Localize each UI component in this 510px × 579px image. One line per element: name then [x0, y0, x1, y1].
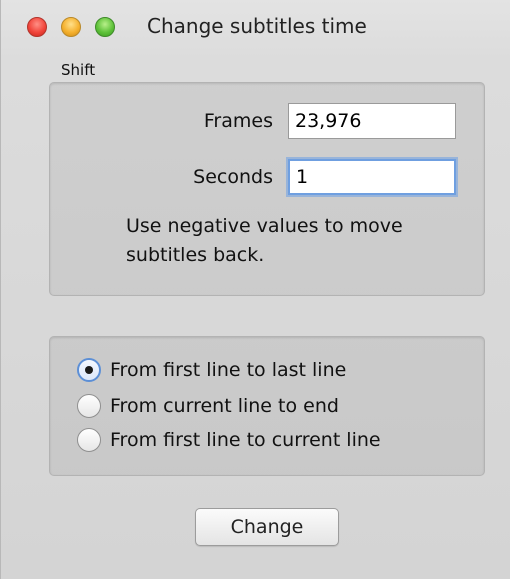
seconds-label: Seconds: [193, 166, 273, 188]
title-bar: Change subtitles time: [1, 0, 510, 54]
dialog-window: Change subtitles time Shift Frames Secon…: [0, 0, 510, 579]
radio-button-selected-icon[interactable]: [77, 358, 101, 382]
zoom-window-icon[interactable]: [95, 17, 115, 37]
frames-input[interactable]: [288, 103, 456, 139]
radio-first-to-last[interactable]: From first line to last line: [77, 355, 346, 385]
shift-group-label: Shift: [61, 61, 96, 79]
radio-first-to-current[interactable]: From first line to current line: [77, 425, 381, 455]
seconds-input[interactable]: [288, 159, 456, 195]
close-window-icon[interactable]: [27, 17, 47, 37]
change-button[interactable]: Change: [195, 508, 339, 546]
radio-label: From current line to end: [110, 395, 339, 417]
radio-label: From first line to current line: [110, 429, 381, 451]
radio-button-icon[interactable]: [77, 428, 101, 452]
minimize-window-icon[interactable]: [61, 17, 81, 37]
negative-values-hint: Use negative values to move subtitles ba…: [126, 215, 403, 266]
radio-button-icon[interactable]: [77, 394, 101, 418]
radio-label: From first line to last line: [110, 359, 347, 381]
radio-current-to-end[interactable]: From current line to end: [77, 391, 339, 421]
window-title: Change subtitles time: [147, 14, 367, 38]
frames-label: Frames: [203, 110, 273, 132]
